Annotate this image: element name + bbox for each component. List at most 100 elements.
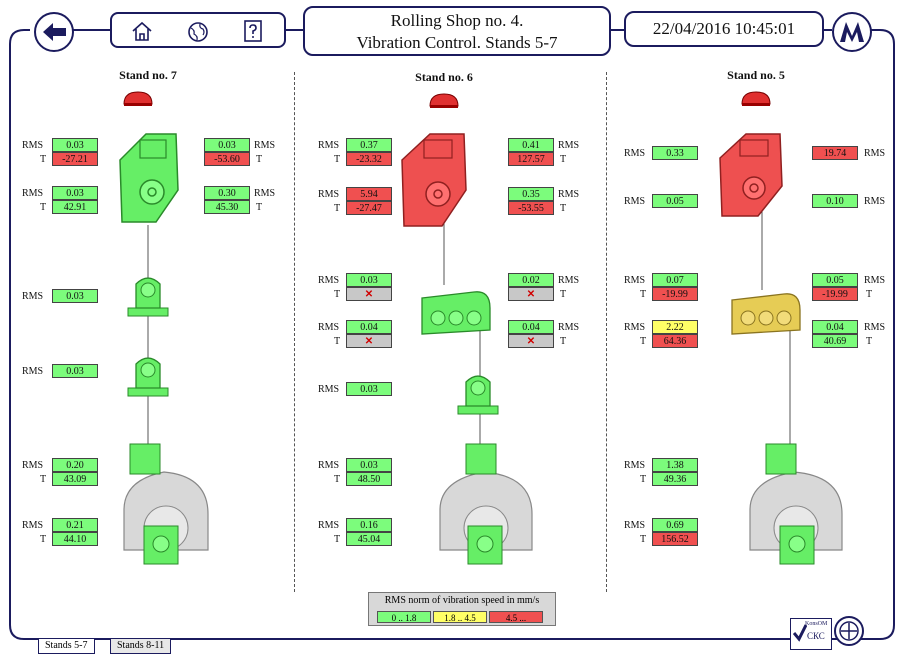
stand7-r2l-t-label: T (40, 202, 47, 213)
stand5-g2l-t: 64.36 (652, 334, 698, 348)
tab-stands-8-11[interactable]: Stands 8-11 (110, 639, 172, 654)
stand5-r1l-rms-label: RMS (624, 148, 646, 159)
stand7-m2-rms-label: RMS (22, 520, 44, 531)
rms-legend: RMS norm of vibration speed in mm/s 0 ..… (368, 592, 556, 626)
legend-title: RMS norm of vibration speed in mm/s (384, 595, 540, 606)
stand6-r1r-t-label: T (560, 154, 567, 165)
stand5-r1l-rms: 0.33 (652, 146, 698, 160)
datetime-display: 22/04/2016 10:45:01 (624, 11, 824, 47)
divider-2 (606, 72, 607, 592)
stand5-g2l-t-label: T (640, 336, 647, 347)
stand5-g2l-rms-label: RMS (624, 322, 646, 333)
stand5-r2r-rms-label: RMS (864, 196, 886, 207)
stand5-alarm-lamp-icon (741, 91, 771, 106)
page-title-line2: Vibration Control. Stands 5-7 (356, 33, 558, 52)
mmk-logo-icon (840, 22, 864, 42)
stand6-g1r-t-label: T (560, 289, 567, 300)
stand5-r2l-rms: 0.05 (652, 194, 698, 208)
stand5-g2r-t-label: T (866, 336, 873, 347)
stand5-g2l-rms: 2.22 (652, 320, 698, 334)
stand6-r1r-rms-label: RMS (558, 140, 580, 151)
stand5-g2r-t: 40.69 (812, 334, 858, 348)
stand6-r2r-t: -53.55 (508, 201, 554, 215)
stand5-m2-t-label: T (640, 534, 647, 545)
stand6-r2r-t-label: T (560, 203, 567, 214)
stand7-r1r-rms: 0.03 (204, 138, 250, 152)
tab-stands-5-7[interactable]: Stands 5-7 (38, 639, 95, 654)
stand7-r2r-t: 45.30 (204, 200, 250, 214)
stand6-r1l-t-label: T (334, 154, 341, 165)
stand7-r2l-rms-label: RMS (22, 188, 44, 199)
konsom-logo-line2: СКС (807, 631, 825, 641)
stand6-title: Stand no. 6 (415, 70, 473, 84)
stand7-m2-t: 44.10 (52, 532, 98, 546)
stand6-g1l-rms: 0.03 (346, 273, 392, 287)
stand6-g2l-rms: 0.04 (346, 320, 392, 334)
stand7-r2l-rms: 0.03 (52, 186, 98, 200)
stand6-reducer-icon (401, 133, 467, 227)
stand6-r2r-rms-label: RMS (558, 189, 580, 200)
stand6-m2-t-label: T (334, 534, 341, 545)
stand7-alarm-lamp-icon (123, 91, 153, 106)
stand6-m1-rms: 0.03 (346, 458, 392, 472)
stand6-m1-rms-label: RMS (318, 460, 340, 471)
stand6-motor-icon (439, 443, 533, 565)
stand7-r1l-rms-label: RMS (22, 140, 44, 151)
exit-icon (839, 621, 859, 641)
stand7-bearing2-icon (127, 357, 169, 397)
stand6-r1l-rms-label: RMS (318, 140, 340, 151)
page-title: Rolling Shop no. 4. Vibration Control. S… (303, 6, 611, 56)
stand5-r2l-rms-label: RMS (624, 196, 646, 207)
stand7-r2r-rms: 0.30 (204, 186, 250, 200)
stand5-g2r-rms: 0.04 (812, 320, 858, 334)
globe-icon[interactable] (186, 20, 210, 44)
home-icon[interactable] (130, 20, 154, 42)
stand5-gearbox-icon (731, 293, 801, 335)
stand7-reducer-icon (119, 133, 179, 223)
help-icon[interactable] (242, 19, 264, 43)
stand7-r1l-t: -27.21 (52, 152, 98, 166)
stand5-m1-rms: 1.38 (652, 458, 698, 472)
stand7-r1r-t-label: T (256, 154, 263, 165)
stand5-title: Stand no. 5 (727, 68, 785, 82)
stand7-m1-rms: 0.20 (52, 458, 98, 472)
stand5-m2-rms-label: RMS (624, 520, 646, 531)
stand5-m2-rms: 0.69 (652, 518, 698, 532)
stand6-r1r-t: 127.57 (508, 152, 554, 166)
stand7-r1l-rms: 0.03 (52, 138, 98, 152)
stand5-m1-t: 49.36 (652, 472, 698, 486)
back-button[interactable] (34, 12, 74, 52)
stand6-g2r-rms-label: RMS (558, 322, 580, 333)
stand7-m1-t-label: T (40, 474, 47, 485)
stand7-r2r-t-label: T (256, 202, 263, 213)
stand6-r1l-rms: 0.37 (346, 138, 392, 152)
exit-button[interactable] (834, 616, 864, 646)
stand6-g2l-rms-label: RMS (318, 322, 340, 333)
stand6-r2r-rms: 0.35 (508, 187, 554, 201)
stand7-m1-t: 43.09 (52, 472, 98, 486)
stand6-g2r-t-fault-icon: ✕ (508, 334, 554, 348)
konsom-logo: KonsOM СКС (790, 618, 832, 650)
legend-alarm: 4.5 ... (489, 611, 543, 623)
stand7-m2-t-label: T (40, 534, 47, 545)
stand7-m2-rms: 0.21 (52, 518, 98, 532)
stand5-m2-t: 156.52 (652, 532, 698, 546)
stand5-g1l-t-label: T (640, 289, 647, 300)
stand6-gearbox-icon (421, 291, 491, 335)
stand6-r2l-t: -27.47 (346, 201, 392, 215)
stand5-r1r-rms-label: RMS (864, 148, 886, 159)
stand6-g1l-t-fault-icon: ✕ (346, 287, 392, 301)
company-logo[interactable] (832, 12, 872, 52)
stand7-b1-rms: 0.03 (52, 289, 98, 303)
stand5-g1l-t: -19.99 (652, 287, 698, 301)
nav-icon-bar (110, 12, 286, 48)
stand7-r1l-t-label: T (40, 154, 47, 165)
stand5-g1r-rms: 0.05 (812, 273, 858, 287)
stand7-b1-rms-label: RMS (22, 291, 44, 302)
stand7-bearing1-icon (127, 277, 169, 317)
stand6-r2l-rms: 5.94 (346, 187, 392, 201)
stand5-g1l-rms: 0.07 (652, 273, 698, 287)
stand6-g2l-t-fault-icon: ✕ (346, 334, 392, 348)
stand5-r1r-rms: 19.74 (812, 146, 858, 160)
legend-ok: 0 .. 1.8 (377, 611, 431, 623)
